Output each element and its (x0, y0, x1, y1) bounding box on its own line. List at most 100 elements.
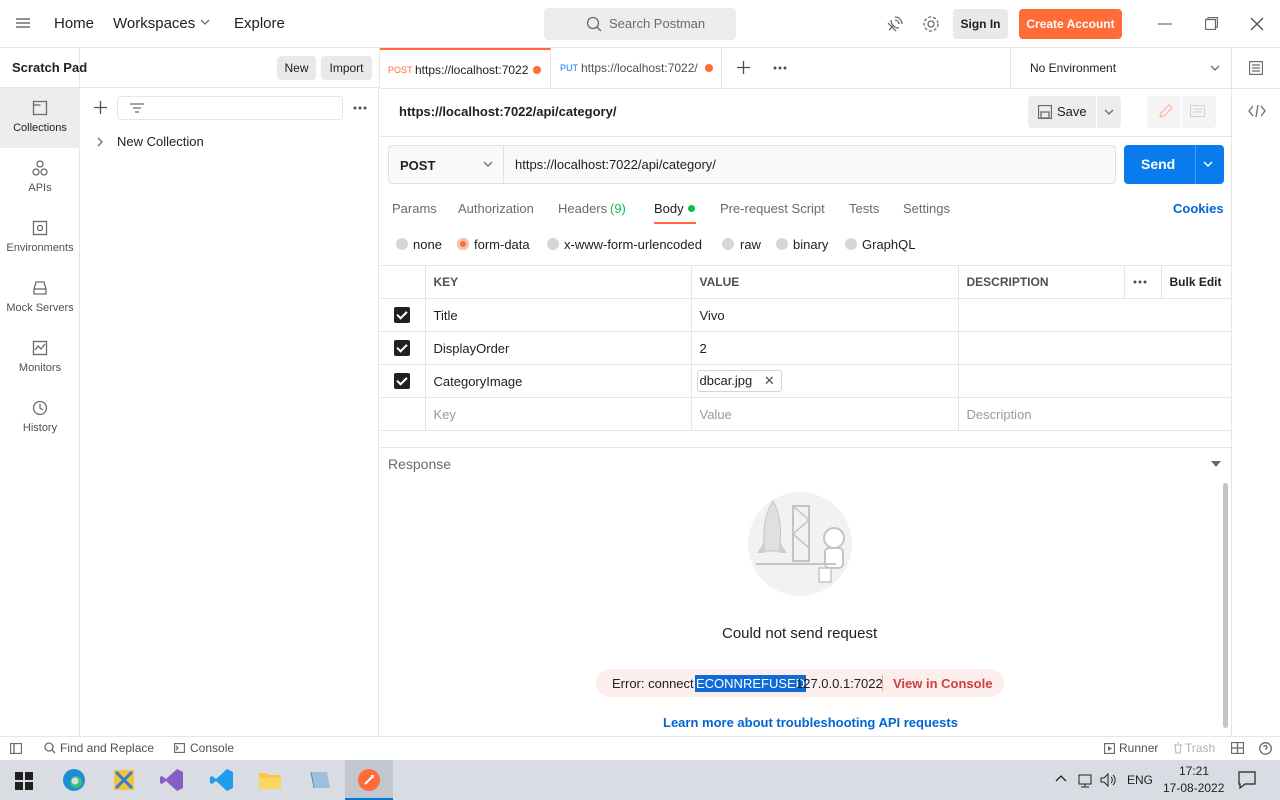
rail-monitors[interactable]: Monitors (0, 328, 80, 388)
rail-apis[interactable]: APIs (0, 148, 80, 208)
tab-params[interactable]: Params (392, 201, 437, 216)
tabs-more-icon[interactable] (773, 66, 787, 70)
method-select[interactable]: POST (389, 146, 504, 183)
view-console-link[interactable]: View in Console (893, 676, 992, 691)
new-tab-icon[interactable] (737, 61, 750, 74)
chevron-right-icon[interactable] (97, 137, 104, 147)
environment-select[interactable]: No Environment (1010, 48, 1231, 88)
create-account-button[interactable]: Create Account (1019, 9, 1122, 39)
value-cell[interactable]: dbcar.jpg ✕ (690, 364, 959, 398)
environment-quick-look[interactable] (1231, 48, 1280, 88)
description-cell[interactable] (957, 364, 1231, 398)
runner-button[interactable]: Runner (1119, 741, 1158, 755)
nav-home[interactable]: Home (54, 15, 94, 32)
bulk-edit-button[interactable]: Bulk Edit (1160, 265, 1231, 299)
edge-browser-icon[interactable] (62, 768, 86, 792)
menu-icon[interactable] (16, 17, 30, 29)
chevron-down-icon[interactable] (200, 19, 210, 26)
console-button[interactable]: Console (190, 741, 234, 755)
key-cell[interactable]: CategoryImage (424, 364, 692, 398)
rail-mock-servers[interactable]: Mock Servers (0, 268, 80, 328)
minimize-icon[interactable] (1158, 23, 1172, 25)
description-cell[interactable] (957, 298, 1231, 332)
collection-item[interactable]: New Collection (117, 134, 204, 149)
value-cell[interactable]: 2 (690, 331, 959, 365)
row-checkbox[interactable] (394, 340, 410, 356)
visual-studio-icon[interactable] (160, 768, 184, 792)
tab-headers[interactable]: Headers (558, 201, 607, 216)
radio-raw[interactable] (722, 238, 734, 250)
key-placeholder[interactable]: Key (424, 397, 692, 431)
close-icon[interactable] (1250, 17, 1264, 31)
tab-prerequest[interactable]: Pre-request Script (720, 201, 825, 216)
clock-time[interactable]: 17:21 (1179, 764, 1209, 778)
radio-none[interactable] (396, 238, 408, 250)
chevron-up-icon[interactable] (1055, 774, 1067, 782)
file-explorer-icon[interactable] (258, 768, 282, 792)
import-button[interactable]: Import (321, 56, 372, 80)
value-cell[interactable]: Vivo (690, 298, 959, 332)
notification-icon[interactable] (1238, 771, 1256, 789)
radio-binary[interactable] (776, 238, 788, 250)
code-icon[interactable] (1248, 105, 1266, 117)
row-checkbox[interactable] (394, 307, 410, 323)
find-replace-button[interactable]: Find and Replace (60, 741, 154, 755)
url-input[interactable]: https://localhost:7022/api/category/ (515, 157, 716, 172)
tab-post[interactable]: POST https://localhost:7022 (380, 48, 551, 88)
description-placeholder[interactable]: Description (957, 397, 1231, 431)
troubleshooting-link[interactable]: Learn more about troubleshooting API req… (663, 715, 958, 730)
satellite-icon[interactable] (886, 15, 904, 33)
trash-button[interactable]: Trash (1185, 741, 1215, 755)
edit-icon[interactable] (1158, 104, 1173, 119)
rail-environments[interactable]: Environments (0, 208, 80, 268)
table-more-icon[interactable] (1123, 265, 1162, 299)
postman-icon[interactable] (357, 768, 381, 792)
layout-icon[interactable] (1231, 742, 1244, 754)
search-input[interactable]: Search Postman (544, 8, 736, 40)
cookies-link[interactable]: Cookies (1173, 201, 1224, 216)
rail-history[interactable]: History (0, 388, 80, 448)
network-icon[interactable] (1077, 772, 1093, 788)
tab-authorization[interactable]: Authorization (458, 201, 534, 216)
language-indicator[interactable]: ENG (1127, 773, 1153, 787)
add-icon[interactable] (94, 101, 107, 114)
app-icon[interactable] (112, 768, 136, 792)
sign-in-button[interactable]: Sign In (953, 9, 1008, 39)
radio-form-data[interactable] (457, 238, 469, 250)
help-icon[interactable] (1259, 742, 1272, 755)
clock-date[interactable]: 17-08-2022 (1163, 781, 1224, 795)
save-button[interactable]: Save (1028, 96, 1121, 128)
nav-explore[interactable]: Explore (234, 15, 285, 32)
comment-icon[interactable] (1190, 105, 1205, 118)
headers-count: (9) (610, 201, 626, 216)
tab-settings[interactable]: Settings (903, 201, 950, 216)
send-button[interactable]: Send (1124, 145, 1224, 184)
scrollbar[interactable] (1223, 483, 1228, 728)
tab-put[interactable]: PUT https://localhost:7022/ (551, 48, 722, 88)
row-checkbox[interactable] (394, 373, 410, 389)
gear-icon[interactable] (922, 15, 940, 33)
tab-tests[interactable]: Tests (849, 201, 879, 216)
rail-collections[interactable]: Collections (0, 88, 80, 148)
tab-body[interactable]: Body (654, 201, 684, 216)
remove-file-icon[interactable]: ✕ (764, 373, 775, 388)
value-placeholder[interactable]: Value (690, 397, 959, 431)
more-options-icon[interactable] (353, 106, 367, 110)
description-cell[interactable] (957, 331, 1231, 365)
windows-start-icon[interactable] (15, 772, 33, 790)
vscode-icon[interactable] (210, 768, 234, 792)
radio-urlencoded[interactable] (547, 238, 559, 250)
chevron-down-icon[interactable] (1203, 161, 1213, 168)
sidebar-toggle-icon[interactable] (10, 743, 22, 754)
key-cell[interactable]: DisplayOrder (424, 331, 692, 365)
nav-workspaces[interactable]: Workspaces (113, 15, 195, 32)
sidebar: New Collection (81, 88, 379, 736)
filter-input[interactable] (117, 96, 343, 120)
collapse-icon[interactable] (1211, 461, 1221, 467)
radio-graphql[interactable] (845, 238, 857, 250)
new-button[interactable]: New (277, 56, 316, 80)
key-cell[interactable]: Title (424, 298, 692, 332)
restore-icon[interactable] (1205, 17, 1218, 30)
app-icon[interactable] (308, 768, 332, 792)
volume-icon[interactable] (1100, 772, 1116, 788)
